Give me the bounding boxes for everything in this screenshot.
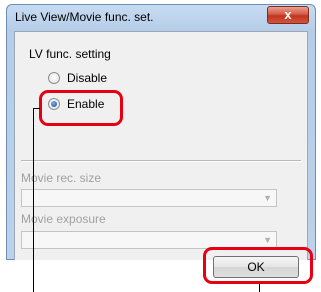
enable-highlight-frame — [39, 90, 123, 126]
window-title: Live View/Movie func. set. — [15, 10, 154, 24]
enable-leader-line — [33, 108, 40, 109]
close-button[interactable]: x — [267, 6, 309, 24]
group-separator — [21, 160, 301, 162]
title-bar[interactable]: Live View/Movie func. set. x — [7, 5, 315, 31]
chevron-down-icon: ▼ — [263, 193, 272, 203]
dialog-content: LV func. setting Disable Enable Movie re… — [14, 31, 308, 260]
chevron-down-icon: ▼ — [263, 235, 272, 245]
lv-func-setting-label: LV func. setting — [29, 47, 111, 61]
disable-radio-label[interactable]: Disable — [67, 71, 107, 85]
dialog-window: Live View/Movie func. set. x LV func. se… — [6, 4, 316, 260]
movie-rec-size-select[interactable]: ▼ — [21, 189, 277, 207]
enable-leader-line-vertical — [33, 108, 34, 292]
ok-leader-line — [259, 284, 260, 292]
close-icon: x — [284, 7, 292, 22]
ok-highlight-frame — [203, 247, 313, 284]
disable-radio[interactable] — [48, 72, 60, 84]
